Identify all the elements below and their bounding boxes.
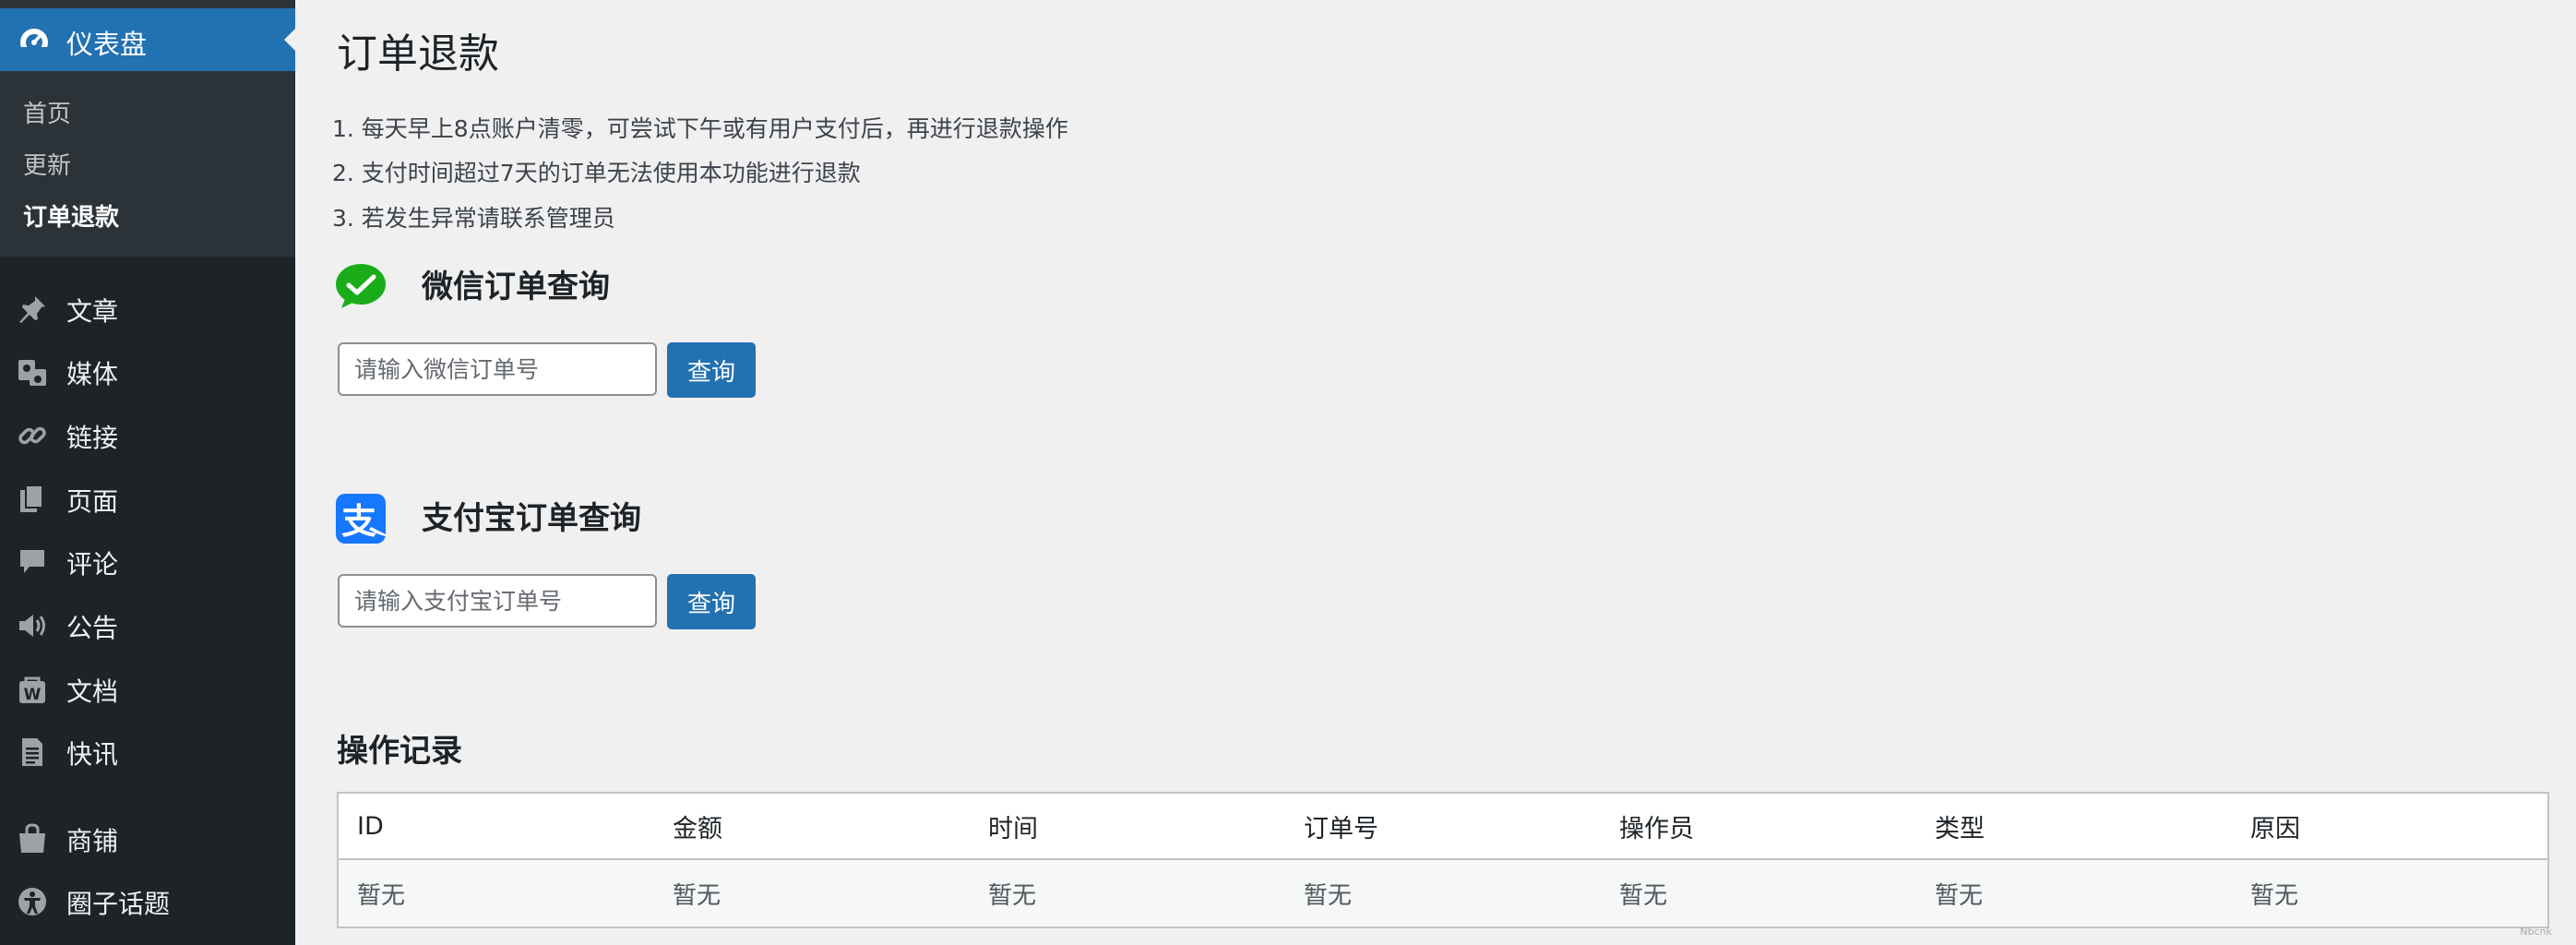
- sidebar-item-label: 链接: [66, 423, 119, 453]
- store-icon: [19, 823, 45, 853]
- column-header-amount: 金额: [654, 794, 970, 860]
- sidebar-item-announcements[interactable]: 公告: [0, 597, 295, 651]
- operation-log-table: ID 金额 时间 订单号 操作员 类型 原因 暂无 暂无 暂无 暂无 暂无 暂无: [337, 792, 2549, 928]
- sidebar-item-pages[interactable]: 页面: [0, 471, 295, 524]
- wechat-icon: [336, 264, 386, 308]
- column-header-type: 类型: [1916, 794, 2232, 860]
- column-header-time: 时间: [970, 794, 1285, 860]
- sidebar-item-community[interactable]: 圈子话题: [0, 873, 295, 927]
- sidebar-item-comments[interactable]: 评论: [0, 533, 295, 587]
- table-cell: 暂无: [970, 859, 1285, 927]
- svg-text:支: 支: [341, 501, 376, 542]
- column-header-id: ID: [339, 794, 654, 860]
- sidebar-top-strip: [0, 0, 295, 8]
- table-cell: 暂无: [1601, 859, 1916, 927]
- sidebar-item-posts[interactable]: 文章: [0, 281, 295, 334]
- sidebar-item-label: 公告: [66, 613, 119, 643]
- sidebar-item-label: 商铺: [66, 826, 119, 856]
- news-icon: [22, 738, 42, 766]
- pages-icon: [20, 484, 43, 512]
- sidebar-item-label: 评论: [66, 549, 119, 580]
- sidebar-item-label: 文档: [66, 676, 119, 707]
- sidebar-item-label: 快讯: [66, 739, 119, 770]
- svg-text:W: W: [24, 686, 42, 704]
- table-cell: 暂无: [654, 859, 970, 927]
- sidebar-item-store[interactable]: 商铺: [0, 810, 295, 864]
- alipay-query-button[interactable]: 查询: [667, 574, 756, 629]
- alipay-section-title: 支付宝订单查询: [422, 500, 641, 537]
- sidebar-item-label: 文章: [66, 296, 119, 327]
- admin-sidebar: 仪表盘 首页 更新 订单退款 文章 媒体 链接 页面 评论 公告 W 文档 快讯…: [0, 0, 295, 945]
- operation-log-title: 操作记录: [337, 733, 462, 770]
- wechat-order-input[interactable]: [338, 342, 657, 396]
- table-header-row: ID 金额 时间 订单号 操作员 类型 原因: [339, 794, 2547, 860]
- alipay-order-input[interactable]: [338, 574, 657, 628]
- column-header-order-no: 订单号: [1285, 794, 1601, 860]
- column-header-operator: 操作员: [1601, 794, 1916, 860]
- sidebar-item-dashboard[interactable]: 仪表盘: [0, 8, 295, 71]
- wechat-query-button[interactable]: 查询: [667, 342, 756, 398]
- wechat-section-title: 微信订单查询: [422, 269, 610, 305]
- table-cell: 暂无: [2232, 859, 2547, 927]
- sidebar-item-news[interactable]: 快讯: [0, 724, 295, 777]
- watermark-text: Nbcnk: [2520, 926, 2552, 938]
- sidebar-item-label: 仪表盘: [66, 29, 148, 60]
- sidebar-item-docs[interactable]: W 文档: [0, 661, 295, 714]
- link-icon: [18, 426, 46, 445]
- table-cell: 暂无: [1916, 859, 2232, 927]
- column-header-reason: 原因: [2232, 794, 2547, 860]
- sidebar-item-links[interactable]: 链接: [0, 407, 295, 461]
- dashboard-gauge-icon: [20, 29, 48, 56]
- note-line: 2. 支付时间超过7天的订单无法使用本功能进行退款: [332, 160, 861, 186]
- submenu-order-refund[interactable]: 订单退款: [23, 198, 119, 233]
- table-cell: 暂无: [339, 859, 654, 927]
- table-row: 暂无 暂无 暂无 暂无 暂无 暂无 暂无: [339, 859, 2547, 927]
- table-cell: 暂无: [1285, 859, 1601, 927]
- pin-icon: [19, 296, 45, 323]
- media-icon: [18, 360, 46, 386]
- note-line: 1. 每天早上8点账户清零，可尝试下午或有用户支付后，再进行退款操作: [332, 115, 1068, 142]
- dashboard-submenu: 首页 更新 订单退款: [0, 71, 295, 257]
- megaphone-icon: [19, 615, 45, 637]
- sidebar-item-label: 媒体: [66, 359, 119, 389]
- sidebar-item-label: 页面: [66, 486, 119, 517]
- note-line: 3. 若发生异常请联系管理员: [332, 205, 615, 232]
- alipay-icon: 支: [336, 494, 386, 544]
- sidebar-item-media[interactable]: 媒体: [0, 343, 295, 397]
- community-icon: [18, 888, 46, 915]
- sidebar-item-label: 圈子话题: [66, 889, 171, 919]
- submenu-updates[interactable]: 更新: [23, 147, 71, 181]
- document-icon: W: [19, 676, 45, 704]
- submenu-home[interactable]: 首页: [23, 95, 71, 129]
- comment-icon: [20, 550, 44, 573]
- page-title: 订单退款: [337, 30, 499, 78]
